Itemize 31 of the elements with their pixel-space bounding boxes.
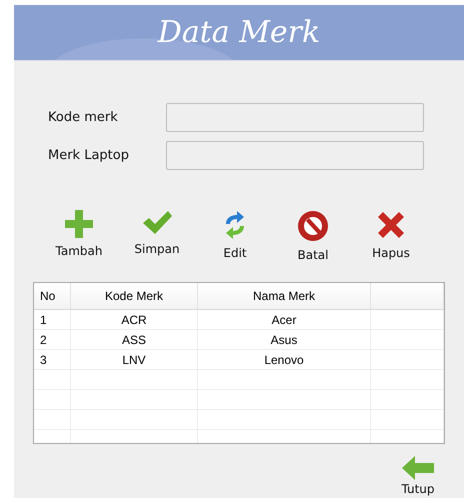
input-field[interactable] [166, 103, 424, 132]
close-button[interactable]: Tutup [398, 456, 438, 496]
column-header[interactable]: No [34, 283, 71, 310]
empty-cell [34, 370, 71, 390]
edit-button[interactable]: Edit [196, 210, 274, 260]
input-field[interactable] [166, 141, 424, 170]
empty-cell [34, 410, 71, 430]
delete-button[interactable]: Hapus [352, 210, 430, 260]
empty-cell [34, 390, 71, 410]
left-arrow-icon [402, 456, 434, 480]
cancel-button[interactable]: Batal [274, 210, 352, 262]
close-icon [376, 210, 406, 240]
checkmark-icon [141, 210, 173, 236]
table-cell: Acer [198, 310, 371, 330]
table-cell: LNV [71, 350, 198, 370]
table-cell: Asus [198, 330, 371, 350]
add-button[interactable]: Tambah [40, 210, 118, 258]
column-header[interactable]: Nama Merk [198, 283, 371, 310]
table-cell: ASS [71, 330, 198, 350]
column-header[interactable]: Kode Merk [71, 283, 198, 310]
table-cell: Lenovo [198, 350, 371, 370]
table-cell: 2 [34, 330, 71, 350]
table-cell: 3 [34, 350, 71, 370]
field-label: Merk Laptop [48, 148, 130, 163]
table-cell: ACR [71, 310, 198, 330]
save-button[interactable]: Simpan [118, 210, 196, 256]
table-cell: 1 [34, 310, 71, 330]
plus-icon [63, 210, 95, 238]
window-title: Data Merk [158, 15, 320, 50]
prohibited-icon [297, 210, 329, 242]
field-label: Kode merk [48, 110, 119, 125]
